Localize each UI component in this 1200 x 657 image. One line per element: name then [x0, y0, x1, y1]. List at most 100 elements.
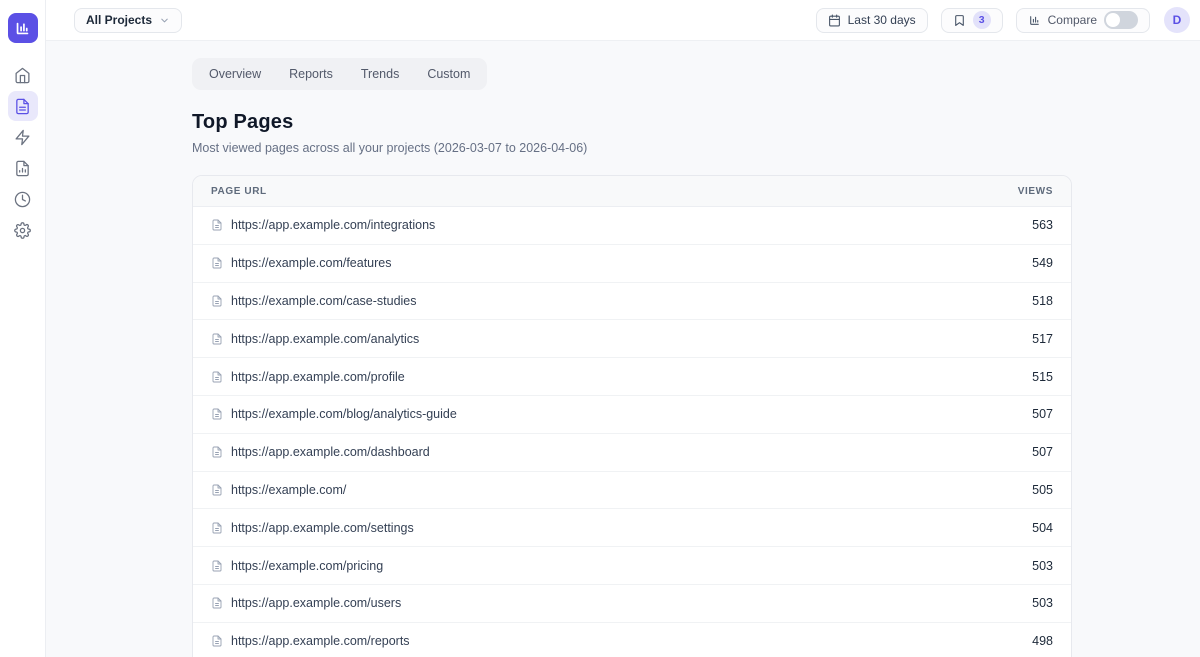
row-url-cell: https://example.com/pricing [211, 559, 383, 573]
page-views: 503 [1032, 596, 1053, 610]
table-row[interactable]: https://app.example.com/integrations 563 [193, 207, 1071, 245]
bookmarks-button[interactable]: 3 [941, 8, 1003, 33]
compare-toggle[interactable] [1104, 11, 1138, 29]
gear-icon [14, 222, 31, 239]
row-url-cell: https://example.com/blog/analytics-guide [211, 407, 457, 421]
page-url: https://app.example.com/reports [231, 634, 410, 648]
table-row[interactable]: https://app.example.com/users 503 [193, 585, 1071, 623]
main-content: Overview Reports Trends Custom Top Pages… [46, 41, 1200, 657]
top-pages-table: Page URL Views https://app.example.com/i… [192, 175, 1072, 657]
page-views: 503 [1032, 559, 1053, 573]
calendar-icon [828, 14, 841, 27]
sidebar-item-reports[interactable] [8, 153, 38, 183]
page-icon [211, 635, 223, 647]
topbar-actions: Last 30 days 3 Compare D [816, 7, 1190, 33]
file-text-icon [14, 98, 31, 115]
table-row[interactable]: https://example.com/ 505 [193, 472, 1071, 510]
row-url-cell: https://example.com/case-studies [211, 294, 417, 308]
sidebar [0, 0, 46, 657]
app-logo[interactable] [8, 13, 38, 43]
page-views: 515 [1032, 370, 1053, 384]
page-views: 507 [1032, 407, 1053, 421]
page-icon [211, 522, 223, 534]
tab[interactable]: Custom [427, 67, 470, 81]
compare-label: Compare [1048, 13, 1097, 27]
table-row[interactable]: https://app.example.com/reports 498 [193, 623, 1071, 657]
date-range-label: Last 30 days [848, 13, 916, 27]
project-selector-label: All Projects [86, 13, 152, 27]
table-row[interactable]: https://app.example.com/analytics 517 [193, 320, 1071, 358]
page-icon [211, 484, 223, 496]
page-url: https://example.com/features [231, 256, 392, 270]
chevron-down-icon [159, 15, 170, 26]
table-row[interactable]: https://example.com/pricing 503 [193, 547, 1071, 585]
page-views: 549 [1032, 256, 1053, 270]
bookmarks-count-badge: 3 [973, 11, 991, 29]
table-row[interactable]: https://app.example.com/profile 515 [193, 358, 1071, 396]
project-selector[interactable]: All Projects [74, 8, 182, 33]
page-title: Top Pages [192, 111, 1200, 134]
tab[interactable]: Trends [361, 67, 399, 81]
sidebar-nav [8, 60, 38, 245]
page-icon [211, 597, 223, 609]
page-icon [211, 408, 223, 420]
tab[interactable]: Overview [209, 67, 261, 81]
table-row[interactable]: https://example.com/features 549 [193, 245, 1071, 283]
zap-icon [14, 129, 31, 146]
user-avatar[interactable]: D [1164, 7, 1190, 33]
file-chart-icon [14, 160, 31, 177]
sidebar-item-pages[interactable] [8, 91, 38, 121]
bar-chart-logo-icon [14, 20, 31, 37]
column-header-views: Views [1018, 186, 1053, 197]
row-url-cell: https://example.com/features [211, 256, 392, 270]
row-url-cell: https://app.example.com/profile [211, 370, 405, 384]
page-icon [211, 560, 223, 572]
date-range-button[interactable]: Last 30 days [816, 8, 928, 33]
page-views: 498 [1032, 634, 1053, 648]
sidebar-item-history[interactable] [8, 184, 38, 214]
page-url: https://app.example.com/analytics [231, 332, 419, 346]
table-row[interactable]: https://app.example.com/settings 504 [193, 509, 1071, 547]
row-url-cell: https://app.example.com/reports [211, 634, 410, 648]
table-row[interactable]: https://example.com/case-studies 518 [193, 283, 1071, 321]
page-views: 504 [1032, 521, 1053, 535]
page-views: 507 [1032, 445, 1053, 459]
clock-icon [14, 191, 31, 208]
table-row[interactable]: https://example.com/blog/analytics-guide… [193, 396, 1071, 434]
table-row[interactable]: https://app.example.com/dashboard 507 [193, 434, 1071, 472]
sidebar-item-home[interactable] [8, 60, 38, 90]
compare-button[interactable]: Compare [1016, 8, 1150, 33]
page-url: https://example.com/pricing [231, 559, 383, 573]
page-icon [211, 371, 223, 383]
page-views: 505 [1032, 483, 1053, 497]
topbar: All Projects Last 30 days 3 [46, 0, 1200, 41]
page-icon [211, 219, 223, 231]
sidebar-item-settings[interactable] [8, 215, 38, 245]
table-header: Page URL Views [193, 176, 1071, 207]
page-icon [211, 295, 223, 307]
row-url-cell: https://app.example.com/users [211, 596, 401, 610]
row-url-cell: https://example.com/ [211, 483, 346, 497]
page-url: https://example.com/case-studies [231, 294, 417, 308]
page-url: https://app.example.com/settings [231, 521, 414, 535]
page-url: https://app.example.com/users [231, 596, 401, 610]
page-url: https://app.example.com/profile [231, 370, 405, 384]
page-url: https://app.example.com/dashboard [231, 445, 430, 459]
sidebar-item-events[interactable] [8, 122, 38, 152]
home-icon [14, 67, 31, 84]
bookmark-icon [953, 14, 966, 27]
tab[interactable]: Reports [289, 67, 333, 81]
page-icon [211, 446, 223, 458]
row-url-cell: https://app.example.com/dashboard [211, 445, 430, 459]
row-url-cell: https://app.example.com/integrations [211, 218, 435, 232]
report-tabs: Overview Reports Trends Custom [192, 58, 487, 90]
toggle-knob [1106, 13, 1120, 27]
page-icon [211, 257, 223, 269]
page-views: 563 [1032, 218, 1053, 232]
row-url-cell: https://app.example.com/analytics [211, 332, 419, 346]
page-views: 517 [1032, 332, 1053, 346]
bar-chart-icon [1028, 14, 1041, 27]
page-url: https://example.com/blog/analytics-guide [231, 407, 457, 421]
page-views: 518 [1032, 294, 1053, 308]
page-url: https://example.com/ [231, 483, 346, 497]
